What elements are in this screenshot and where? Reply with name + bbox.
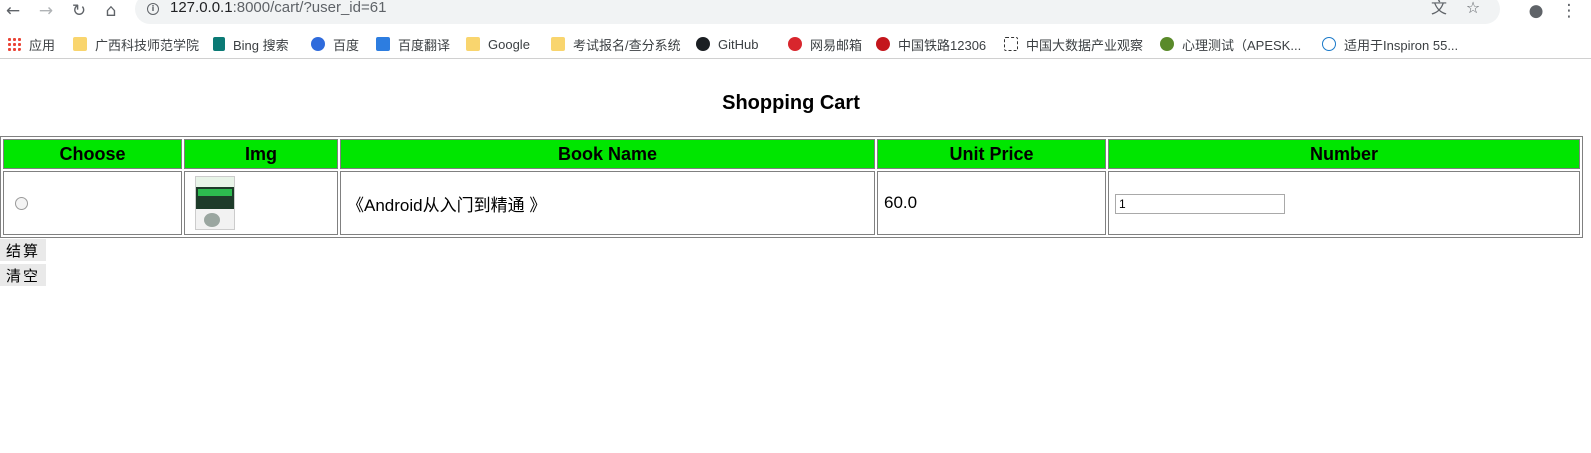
- column-header-unit-price: Unit Price: [877, 139, 1106, 169]
- quantity-input[interactable]: [1115, 193, 1285, 214]
- bookmark-label: 适用于Inspiron 55...: [1344, 37, 1459, 53]
- translate-icon[interactable]: 文: [1429, 0, 1449, 18]
- folder-icon: [466, 37, 480, 51]
- bookmark-label: 百度: [333, 37, 360, 53]
- folder-icon: [73, 37, 87, 51]
- bookmark-baidu[interactable]: 百度: [311, 34, 359, 54]
- apesk-icon: [1160, 37, 1174, 51]
- choose-cell: [3, 171, 182, 235]
- table-row: 《Android从入门到精通 》 60.0: [3, 171, 1580, 235]
- bookmark-bing[interactable]: Bing 搜索: [213, 34, 289, 54]
- bookmark-label: GitHub: [718, 36, 759, 52]
- img-cell: [184, 171, 338, 235]
- choose-radio[interactable]: [15, 197, 28, 211]
- url-text[interactable]: 127.0.0.1:8000/cart/?user_id=61: [170, 0, 386, 16]
- column-header-book-name: Book Name: [340, 139, 875, 169]
- bookmark-label: 应用: [29, 37, 56, 53]
- bookmark-label: 广西科技师范学院: [95, 37, 200, 53]
- bookmark-google[interactable]: Google: [466, 34, 530, 54]
- bookmark-label: Google: [488, 36, 530, 52]
- netease-mail-icon: [788, 37, 802, 51]
- bookmark-star-icon[interactable]: ☆: [1463, 0, 1483, 18]
- site-info-icon[interactable]: i: [147, 3, 159, 15]
- clear-button[interactable]: 清空: [0, 264, 46, 286]
- bookmark-label: 考试报名/查分系统: [573, 37, 681, 53]
- apps-grid-icon: [7, 37, 21, 51]
- home-icon[interactable]: ⌂: [100, 0, 122, 22]
- baidu-translate-icon: [376, 37, 390, 51]
- bookmark-apesk[interactable]: 心理测试（APESK...: [1160, 34, 1301, 54]
- browser-toolbar: ← → ↻ ⌂ i 127.0.0.1:8000/cart/?user_id=6…: [0, 0, 1591, 24]
- bookmark-apps[interactable]: 应用: [7, 34, 55, 54]
- url-path: :8000/cart/?user_id=61: [232, 0, 387, 16]
- bookmark-label: 网易邮箱: [810, 37, 863, 53]
- column-header-choose: Choose: [3, 139, 182, 169]
- railway-icon: [876, 37, 890, 51]
- book-cover-image: [195, 176, 235, 230]
- folder-icon: [551, 37, 565, 51]
- github-icon: [696, 37, 710, 51]
- address-bar[interactable]: i 127.0.0.1:8000/cart/?user_id=61 文 ☆: [135, 0, 1500, 24]
- unit-price-cell: 60.0: [877, 171, 1106, 235]
- checkout-button[interactable]: 结算: [0, 239, 46, 261]
- bookmark-label: 中国铁路12306: [898, 37, 987, 53]
- forward-arrow-icon[interactable]: →: [35, 0, 57, 22]
- bookmark-exam[interactable]: 考试报名/查分系统: [551, 34, 681, 54]
- url-host: 127.0.0.1: [170, 0, 233, 16]
- table-header-row: Choose Img Book Name Unit Price Number: [3, 139, 1580, 169]
- bookmark-github[interactable]: GitHub: [696, 34, 758, 54]
- dell-icon: [1322, 37, 1336, 51]
- bing-icon: [213, 37, 225, 51]
- bookmark-label: 中国大数据产业观察: [1026, 37, 1144, 53]
- page-title: Shopping Cart: [722, 92, 860, 114]
- bookmark-label: Bing 搜索: [233, 37, 289, 53]
- reload-icon[interactable]: ↻: [68, 0, 90, 22]
- cart-table: Choose Img Book Name Unit Price Number 《…: [0, 136, 1583, 238]
- bookmark-netease-mail[interactable]: 网易邮箱: [788, 34, 862, 54]
- bookmark-label: 百度翻译: [398, 37, 451, 53]
- column-header-img: Img: [184, 139, 338, 169]
- back-arrow-icon[interactable]: ←: [2, 0, 24, 22]
- book-name-cell: 《Android从入门到精通 》: [340, 171, 875, 235]
- bookmarks-bar: 应用 广西科技师范学院 Bing 搜索 百度 百度翻译 Google 考试报名/…: [0, 30, 1591, 59]
- bookmark-gxstnu[interactable]: 广西科技师范学院: [73, 34, 199, 54]
- bookmark-dell[interactable]: 适用于Inspiron 55...: [1322, 34, 1458, 54]
- kebab-menu-icon[interactable]: ⋮: [1558, 0, 1580, 22]
- baidu-paw-icon: [311, 37, 325, 51]
- bookmark-12306[interactable]: 中国铁路12306: [876, 34, 986, 54]
- bigdata-icon: [1004, 37, 1018, 51]
- number-cell: [1108, 171, 1580, 235]
- column-header-number: Number: [1108, 139, 1580, 169]
- bookmark-baidu-translate[interactable]: 百度翻译: [376, 34, 450, 54]
- account-icon[interactable]: ●: [1525, 0, 1547, 22]
- bookmark-label: 心理测试（APESK...: [1182, 37, 1302, 53]
- bookmark-bigdata[interactable]: 中国大数据产业观察: [1004, 34, 1143, 54]
